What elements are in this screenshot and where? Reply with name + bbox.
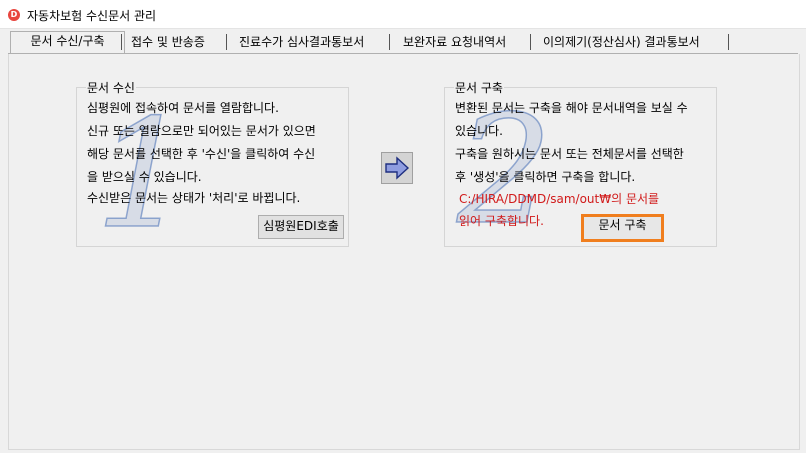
receive-text-line: 신규 또는 열람으로만 되어있는 문서가 있으면 bbox=[87, 124, 316, 138]
tab-supplement-request[interactable]: 보완자료 요청내역서 bbox=[399, 33, 510, 53]
build-text-line: 있습니다. bbox=[455, 124, 503, 138]
tab-receipt-return[interactable]: 접수 및 반송증 bbox=[127, 33, 209, 53]
receive-text-line: 심평원에 접속하여 문서를 열람합니다. bbox=[87, 101, 279, 115]
tab-document-receive-build[interactable]: 문서 수신/구축 bbox=[10, 31, 125, 55]
tab-strip: 문서 수신/구축 접수 및 반송증 진료수가 심사결과통보서 보완자료 요청내역… bbox=[0, 30, 806, 55]
receive-text-line: 을 받으실 수 있습니다. bbox=[87, 170, 202, 184]
build-group: 2 문서 구축 변환된 문서는 구축을 해야 문서내역을 보실 수 있습니다. … bbox=[444, 79, 717, 247]
tab-separator bbox=[389, 34, 390, 50]
receive-text-line: 수신받은 문서는 상태가 '처리'로 바뀝니다. bbox=[87, 191, 301, 205]
right-arrow-icon bbox=[385, 156, 410, 180]
next-step-arrow bbox=[381, 152, 413, 184]
build-text-line: 구축을 원하시는 문서 또는 전체문서를 선택한 bbox=[455, 147, 684, 161]
build-text-line: 변환된 문서는 구축을 해야 문서내역을 보실 수 bbox=[455, 101, 688, 115]
tab-separator bbox=[728, 34, 729, 50]
app-icon: D bbox=[8, 9, 20, 21]
tab-objection-result-notice[interactable]: 이의제기(정산심사) 결과통보서 bbox=[539, 33, 704, 53]
tab-separator bbox=[121, 34, 122, 50]
build-path-line: C:/HIRA/DDMD/sam/out₩의 문서를 bbox=[459, 192, 660, 206]
build-path-line: 읽어 구축합니다. bbox=[459, 214, 544, 228]
title-bar: D 자동차보험 수신문서 관리 bbox=[0, 0, 806, 29]
receive-text-line: 해당 문서를 선택한 후 '수신'을 클릭하여 수신 bbox=[87, 147, 316, 161]
build-text-line: 후 '생성'을 클릭하면 구축을 합니다. bbox=[455, 170, 636, 184]
document-build-button[interactable]: 문서 구축 bbox=[581, 214, 664, 242]
hira-edi-call-button[interactable]: 심평원EDI호출 bbox=[258, 215, 344, 239]
tab-separator bbox=[530, 34, 531, 50]
window-title: 자동차보험 수신문서 관리 bbox=[27, 9, 157, 23]
tab-review-result-notice[interactable]: 진료수가 심사결과통보서 bbox=[235, 33, 368, 53]
build-group-title: 문서 구축 bbox=[454, 79, 504, 96]
receive-group-title: 문서 수신 bbox=[86, 79, 136, 96]
tab-separator bbox=[226, 34, 227, 50]
receive-group: 1 문서 수신 심평원에 접속하여 문서를 열람합니다. 신규 또는 열람으로만… bbox=[76, 79, 349, 251]
